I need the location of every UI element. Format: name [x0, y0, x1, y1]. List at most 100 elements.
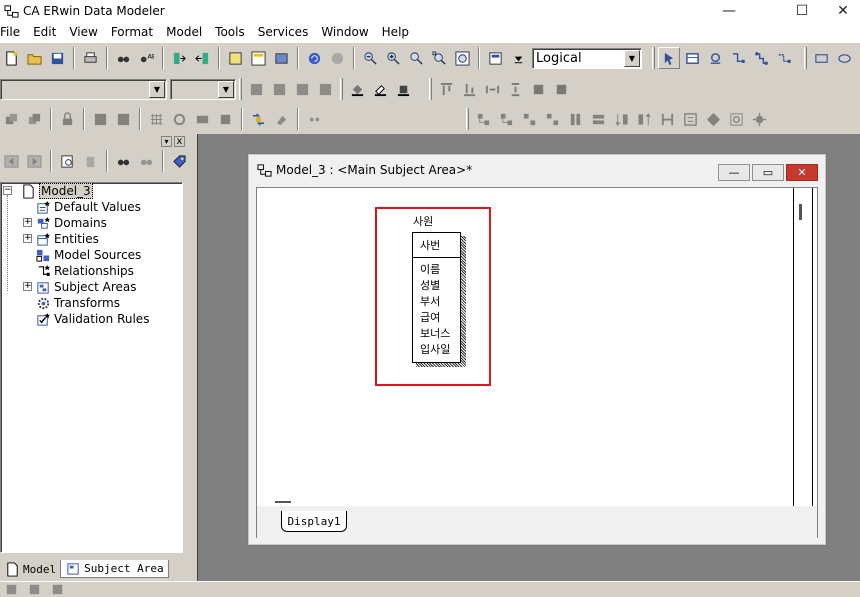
arrange-h-icon[interactable]	[656, 108, 678, 130]
tree-item-subject-areas[interactable]: + Subject Areas	[3, 279, 137, 295]
diagram-window-titlebar[interactable]: Model_3 : <Main Subject Area>* — ▭ ✕	[248, 154, 826, 186]
diagram-icon[interactable]	[247, 47, 269, 69]
tree-item-domains[interactable]: + Domains	[3, 215, 107, 231]
expand-icon[interactable]: +	[23, 218, 32, 227]
chevron-down-icon[interactable]: ▾	[161, 136, 172, 147]
line-color-icon[interactable]	[369, 78, 391, 100]
find-next-icon[interactable]	[135, 150, 157, 172]
space-vertical-icon[interactable]	[504, 78, 526, 100]
tab-subject-area[interactable]: Subject Area	[60, 560, 169, 578]
print-icon[interactable]	[79, 47, 101, 69]
menu-file[interactable]: File	[0, 22, 27, 42]
ellipse-tool-icon[interactable]	[833, 47, 855, 69]
refresh-icon[interactable]	[168, 108, 190, 130]
align-left-icon[interactable]	[472, 108, 494, 130]
non-identifying-relationship-icon[interactable]	[773, 47, 795, 69]
toolbar-grip[interactable]	[340, 78, 343, 100]
align-top-icon[interactable]	[435, 78, 457, 100]
entity-attribute[interactable]: 보너스	[413, 326, 460, 342]
expand-icon[interactable]: +	[23, 234, 32, 243]
chevron-down-icon[interactable]: ▼	[624, 49, 640, 67]
entity-pk-attribute[interactable]: 사번	[420, 237, 440, 253]
chevron-down-icon[interactable]: ▼	[218, 80, 234, 98]
toolbar-grip[interactable]	[804, 47, 807, 69]
toolbar-grip[interactable]	[239, 78, 242, 100]
menu-help[interactable]: Help	[376, 22, 416, 42]
subtype-tool-icon[interactable]	[704, 47, 726, 69]
identifying-relationship-icon[interactable]	[727, 47, 749, 69]
many-to-many-icon[interactable]	[750, 47, 772, 69]
menu-view[interactable]: View	[63, 22, 104, 42]
fill-color-icon[interactable]	[346, 78, 368, 100]
entity-box[interactable]: 사번 이름 성별 부서 급여 보너스 입사일	[412, 232, 461, 363]
toolbar-grip[interactable]	[652, 47, 655, 69]
font-color-icon[interactable]	[392, 78, 414, 100]
close-button[interactable]: ✕	[826, 0, 860, 22]
undo-icon[interactable]	[303, 47, 325, 69]
zoom-in-icon[interactable]	[382, 47, 404, 69]
align-right-icon[interactable]	[495, 108, 517, 130]
forward-engineer-icon[interactable]	[168, 47, 190, 69]
align-center-icon[interactable]	[518, 108, 540, 130]
reset-icon[interactable]	[214, 108, 236, 130]
tag-icon[interactable]	[168, 150, 190, 172]
entity-attribute[interactable]: 부서	[413, 294, 460, 310]
tree-item-relationships[interactable]: Relationships	[3, 263, 134, 279]
entity-tool-icon[interactable]	[681, 47, 703, 69]
bold-icon[interactable]	[245, 78, 267, 100]
rounded-rectangle-tool-icon[interactable]	[856, 47, 860, 69]
tab-model[interactable]: Model	[0, 560, 60, 578]
toolbar-grip[interactable]	[466, 108, 469, 130]
redo-icon[interactable]	[326, 47, 348, 69]
toolbar-grip[interactable]	[429, 78, 432, 100]
align-middle-icon[interactable]	[541, 108, 563, 130]
tab-display1[interactable]: Display1	[281, 511, 347, 532]
ungroup-icon[interactable]	[112, 108, 134, 130]
delete-icon[interactable]	[79, 150, 101, 172]
arrange-down-icon[interactable]	[610, 108, 632, 130]
bottom-tool-icon[interactable]	[0, 583, 22, 597]
entity-attribute[interactable]: 이름	[413, 262, 460, 278]
tree-root[interactable]: − Model_3	[3, 183, 93, 199]
tree-item-model-sources[interactable]: Model Sources	[3, 247, 141, 263]
diamond-icon[interactable]	[702, 108, 724, 130]
zoom-icon[interactable]	[405, 47, 427, 69]
close-explorer-button[interactable]: x	[174, 136, 185, 147]
new-model-icon[interactable]	[0, 47, 22, 69]
complete-compare-icon[interactable]	[247, 108, 269, 130]
subject-area-icon[interactable]	[270, 47, 292, 69]
names-icon[interactable]	[303, 108, 325, 130]
chevron-down-icon[interactable]: ▼	[149, 80, 165, 98]
find-icon[interactable]	[112, 47, 134, 69]
menu-services[interactable]: Services	[252, 22, 316, 42]
space-horizontal-icon[interactable]	[481, 78, 503, 100]
lock-icon[interactable]	[56, 108, 78, 130]
resize-icon[interactable]	[191, 108, 213, 130]
distribute-icon[interactable]	[550, 78, 572, 100]
loop-icon[interactable]	[725, 108, 747, 130]
entity-name[interactable]: 사원	[413, 213, 433, 229]
layout-icon[interactable]	[679, 108, 701, 130]
bulk-editor-icon[interactable]	[270, 108, 292, 130]
save-icon[interactable]	[46, 47, 68, 69]
send-to-back-icon[interactable]	[23, 108, 45, 130]
diagram-restore-button[interactable]: ▭	[752, 164, 784, 181]
underline-icon[interactable]	[291, 78, 313, 100]
entity-attribute[interactable]: 입사일	[413, 342, 460, 358]
auto-layout-icon[interactable]	[748, 108, 770, 130]
menu-tools[interactable]: Tools	[209, 22, 252, 42]
group-icon[interactable]	[89, 108, 111, 130]
align-bottom-icon[interactable]	[458, 78, 480, 100]
diagram-canvas[interactable]	[257, 188, 793, 494]
open-icon[interactable]	[23, 47, 45, 69]
display-level-icon[interactable]	[484, 47, 506, 69]
strikeout-icon[interactable]	[314, 78, 336, 100]
forward-icon[interactable]	[23, 150, 45, 172]
reverse-engineer-icon[interactable]	[191, 47, 213, 69]
italic-icon[interactable]	[268, 78, 290, 100]
view-level-select[interactable]: Logical ▼	[532, 47, 642, 69]
diagram-close-button[interactable]: ✕	[786, 164, 818, 181]
find-icon[interactable]	[112, 150, 134, 172]
tree-item-entities[interactable]: + Entities	[3, 231, 99, 247]
back-icon[interactable]	[0, 150, 22, 172]
